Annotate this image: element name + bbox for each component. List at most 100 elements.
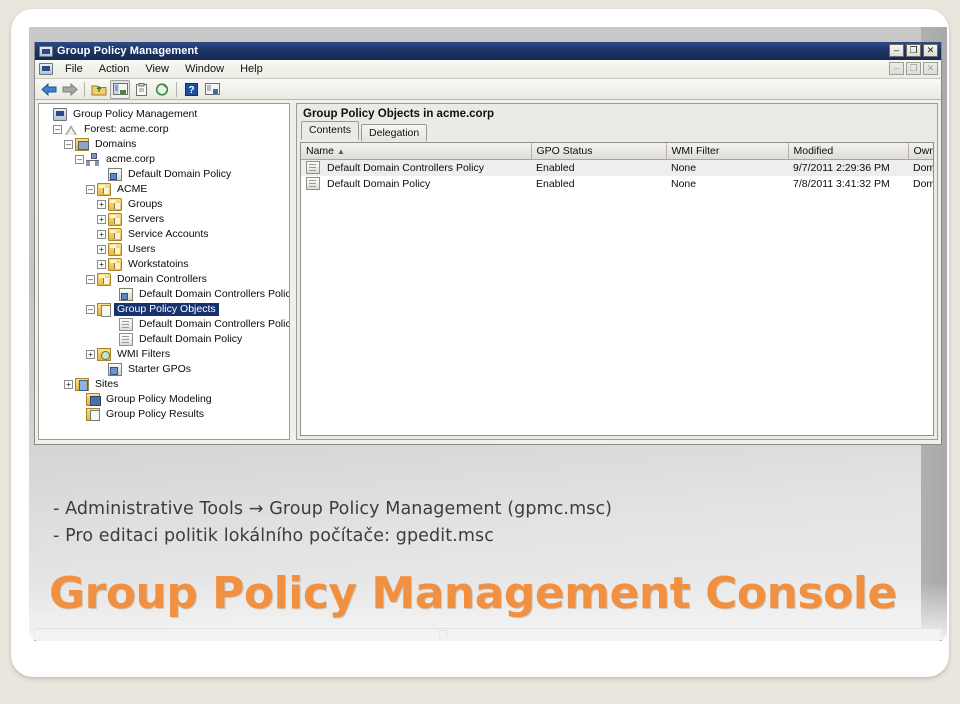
menu-help[interactable]: Help (232, 61, 271, 77)
expand-icon[interactable]: + (97, 245, 106, 254)
tree-item[interactable]: – Group Policy Objects (42, 302, 289, 317)
tree-item-label: Default Domain Controllers Polic (139, 288, 290, 300)
window-titlebar: Group Policy Management – ❐ ✕ (35, 42, 941, 60)
refresh-icon[interactable] (152, 80, 172, 99)
close-button[interactable]: ✕ (923, 44, 938, 57)
sort-ascending-icon: ▲ (337, 147, 345, 156)
column-header-gpo-status[interactable]: GPO Status (531, 143, 667, 160)
tree-item[interactable]: Group Policy Management (42, 107, 289, 122)
tree-item[interactable]: – Domain Controllers (42, 272, 289, 287)
mdi-restore-button[interactable]: ❐ (906, 62, 921, 75)
ou-folder-icon (97, 273, 111, 286)
tree-item[interactable]: + Service Accounts (42, 227, 289, 242)
wmi-filter-icon (97, 348, 111, 361)
cell-name: Default Domain Policy (301, 176, 531, 192)
tree-item[interactable]: Group Policy Results (42, 407, 289, 422)
expand-icon[interactable]: + (64, 380, 73, 389)
collapse-icon[interactable]: – (53, 125, 62, 134)
table-row[interactable]: Default Domain Policy Enabled None 7/8/2011… (301, 176, 933, 192)
console-icon (53, 108, 67, 121)
column-header-modified[interactable]: Modified (788, 143, 909, 160)
tree-item[interactable]: + Users (42, 242, 289, 257)
tree-item[interactable]: – acme.corp (42, 152, 289, 167)
mdi-minimize-button[interactable]: – (889, 62, 904, 75)
tree-item[interactable]: + Workstatoins (42, 257, 289, 272)
forest-icon (64, 123, 78, 136)
tree-item[interactable]: – ACME (42, 182, 289, 197)
help-icon[interactable]: ? (181, 80, 201, 99)
tree-item[interactable]: + Groups (42, 197, 289, 212)
bullet-line-2: - Pro editaci politik lokálního počítače… (53, 526, 494, 546)
tab-delegation[interactable]: Delegation (361, 124, 428, 141)
toolbar-separator-2 (176, 81, 177, 97)
back-icon[interactable] (39, 80, 59, 99)
tree-item[interactable]: Default Domain Policy (42, 332, 289, 347)
expand-icon[interactable]: + (97, 215, 106, 224)
cell-modified: 7/8/2011 3:41:32 PM (793, 177, 890, 190)
column-header-owner[interactable]: Owner (908, 143, 933, 160)
tree-item[interactable]: Default Domain Controllers Polic (42, 287, 289, 302)
up-one-level-icon[interactable] (89, 80, 109, 99)
tree-item-label: ACME (117, 183, 148, 195)
column-header-wmi-filter[interactable]: WMI Filter (666, 143, 789, 160)
expand-icon[interactable]: + (97, 260, 106, 269)
expand-icon[interactable]: + (97, 200, 106, 209)
expand-icon[interactable]: + (97, 230, 106, 239)
details-tabs: Contents Delegation (297, 121, 937, 141)
menu-action[interactable]: Action (91, 61, 138, 77)
menu-window[interactable]: Window (177, 61, 232, 77)
tree-item-label: Domains (95, 138, 137, 150)
menu-view[interactable]: View (137, 61, 177, 77)
restore-button[interactable]: ❐ (906, 44, 921, 57)
column-header-name[interactable]: Name ▲ (301, 143, 532, 160)
screenshot-horizontal-scrollbar[interactable] (34, 628, 942, 641)
minimize-button[interactable]: – (889, 44, 904, 57)
gpo-list-container[interactable]: Name▲ GPO Status WMI Filter Modified Own… (300, 142, 934, 436)
collapse-icon[interactable]: – (86, 275, 95, 284)
gpo-list-body: Default Domain Controllers Policy Enabled… (301, 159, 933, 192)
tree-item-label: Groups (128, 198, 163, 210)
tree-item[interactable]: + Servers (42, 212, 289, 227)
tree-item-label: Users (128, 243, 156, 255)
export-list-icon[interactable] (202, 80, 222, 99)
mdi-close-button[interactable]: ✕ (923, 62, 938, 75)
forward-icon[interactable] (60, 80, 80, 99)
expand-icon[interactable]: + (86, 350, 95, 359)
tree-item-label: Forest: acme.corp (84, 123, 169, 135)
collapse-icon[interactable]: – (64, 140, 73, 149)
domain-icon (86, 153, 100, 166)
show-hide-tree-icon[interactable] (110, 79, 130, 99)
collapse-icon[interactable]: – (86, 185, 95, 194)
collapse-icon[interactable]: – (86, 305, 95, 314)
tree-item[interactable]: + WMI Filters (42, 347, 289, 362)
scrollbar-thumb[interactable] (439, 630, 448, 639)
tree-item[interactable]: – Forest: acme.corp (42, 122, 289, 137)
tab-contents[interactable]: Contents (301, 121, 360, 140)
tree-item[interactable]: Default Domain Policy (42, 167, 289, 182)
gpo-icon (119, 318, 133, 331)
menu-file[interactable]: File (57, 61, 91, 77)
tree-item[interactable]: Group Policy Modeling (42, 392, 289, 407)
tree-item[interactable]: + Sites (42, 377, 289, 392)
cell-modified: 9/7/2011 2:29:36 PM (788, 159, 908, 176)
modeling-icon (86, 393, 101, 406)
ou-folder-icon (108, 243, 122, 256)
slide-card: Group Policy Management – ❐ ✕ File Actio… (11, 9, 949, 677)
gpo-icon (306, 177, 320, 190)
tree-item[interactable]: Starter GPOs (42, 362, 289, 377)
tree-item[interactable]: Default Domain Controllers Polic (42, 317, 289, 332)
ou-folder-icon (108, 258, 122, 271)
table-row[interactable]: Default Domain Controllers Policy Enabled… (301, 159, 933, 176)
console-tree: Group Policy Management – Forest: acme.cor… (39, 104, 289, 422)
cell-wmi-filter: None (666, 159, 788, 176)
tree-item-label: Group Policy Objects (114, 303, 219, 316)
collapse-icon[interactable]: – (75, 155, 84, 164)
mdi-child-icon (39, 63, 53, 75)
tree-item[interactable]: – Domains (42, 137, 289, 152)
console-tree-pane[interactable]: Group Policy Management – Forest: acme.cor… (38, 103, 290, 440)
properties-icon[interactable] (131, 80, 151, 99)
gpo-icon (119, 333, 133, 346)
